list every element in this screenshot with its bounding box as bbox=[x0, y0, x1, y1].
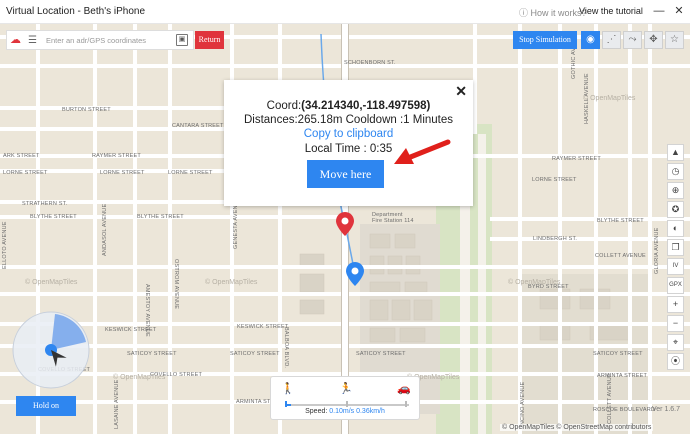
compass-icon[interactable]: ✪ bbox=[667, 201, 684, 218]
hold-on-button[interactable]: Hold on bbox=[16, 396, 76, 416]
svg-text:SATICOY STREET: SATICOY STREET bbox=[127, 351, 177, 357]
svg-text:GLORIA AVENUE: GLORIA AVENUE bbox=[654, 227, 660, 274]
maps-icon[interactable]: ▲ bbox=[667, 144, 684, 161]
joystick-mode-icon[interactable]: ✥ bbox=[644, 31, 663, 49]
two-spot-mode-icon[interactable]: ⋰ bbox=[602, 31, 621, 49]
close-icon[interactable]: ✕ bbox=[455, 83, 467, 100]
svg-text:© OpenMapTiles: © OpenMapTiles bbox=[113, 373, 166, 381]
speed-tick bbox=[285, 401, 287, 407]
svg-text:RAYMER STREET: RAYMER STREET bbox=[92, 153, 141, 159]
svg-text:AMESTOY AVENUE: AMESTOY AVENUE bbox=[144, 284, 150, 337]
svg-text:SATICOY STREET: SATICOY STREET bbox=[230, 351, 280, 357]
search-bar: ☁ ☰ ▣ bbox=[6, 30, 194, 50]
distance-text: Distances:265.18m Cooldown :1 Minutes bbox=[243, 114, 454, 126]
arrow-annotation bbox=[394, 139, 451, 164]
svg-text:LASAINE AVENUE: LASAINE AVENUE bbox=[114, 379, 120, 429]
svg-text:SATICOY STREET: SATICOY STREET bbox=[593, 351, 643, 357]
window-title: Virtual Location - Beth's iPhone bbox=[6, 6, 146, 17]
zoom-in-icon[interactable]: + bbox=[667, 296, 684, 313]
svg-text:ELLOTO AVENUE: ELLOTO AVENUE bbox=[2, 221, 8, 269]
version-label: Ver 1.6.7 bbox=[652, 406, 681, 413]
side-toolbar: ▲ ◷ ⊕ ✪ ◐ ❐ IV GPX + − ⌖ ⦿ bbox=[667, 144, 685, 372]
how-it-works-link[interactable]: ⓘ How it works? bbox=[519, 6, 587, 19]
view-tutorial-link[interactable]: View the tutorial bbox=[579, 6, 643, 16]
car-icon[interactable]: 🚗 bbox=[397, 382, 411, 395]
svg-text:LORNE STREET: LORNE STREET bbox=[168, 170, 213, 176]
svg-text:© OpenMapTiles: © OpenMapTiles bbox=[25, 278, 78, 286]
run-icon[interactable]: 🏃 bbox=[339, 382, 353, 395]
svg-text:ARK STREET: ARK STREET bbox=[3, 153, 40, 159]
svg-text:LORNE STREET: LORNE STREET bbox=[3, 170, 48, 176]
svg-text:CANTARA STREET: CANTARA STREET bbox=[172, 123, 224, 129]
teleport-mode-icon[interactable]: ◉ bbox=[581, 31, 600, 49]
svg-text:LORNE STREET: LORNE STREET bbox=[532, 177, 577, 183]
bookmark-mode-icon[interactable]: ☆ bbox=[665, 31, 684, 49]
speed-tick bbox=[405, 401, 407, 407]
svg-text:STRATHERN ST.: STRATHERN ST. bbox=[22, 201, 68, 207]
svg-text:ROSCOE BOULEVARD: ROSCOE BOULEVARD bbox=[593, 407, 655, 413]
svg-text:LINDBERGH ST.: LINDBERGH ST. bbox=[533, 236, 577, 242]
search-input[interactable] bbox=[46, 35, 174, 45]
svg-text:© OpenMapTiles: © OpenMapTiles bbox=[583, 94, 636, 102]
svg-text:OSTROM AVENUE: OSTROM AVENUE bbox=[173, 259, 179, 309]
svg-text:© OpenMapTiles: © OpenMapTiles bbox=[508, 278, 561, 286]
svg-text:COLLETT AVENUE: COLLETT AVENUE bbox=[607, 373, 613, 424]
toggle-icon[interactable]: ◐ bbox=[667, 220, 684, 237]
gpx-button[interactable]: GPX bbox=[667, 277, 684, 294]
svg-text:SATICOY STREET: SATICOY STREET bbox=[356, 351, 406, 357]
history-icon[interactable]: ◷ bbox=[667, 163, 684, 180]
location-pin-icon[interactable]: ⦿ bbox=[667, 353, 684, 370]
svg-text:BLYTHE STREET: BLYTHE STREET bbox=[597, 218, 644, 224]
list-icon[interactable]: ☰ bbox=[28, 35, 40, 46]
coordinate-text: Coord:(34.214340,-118.497598) bbox=[266, 100, 431, 112]
zoom-out-icon[interactable]: − bbox=[667, 315, 684, 332]
svg-text:SCHOENBORN ST.: SCHOENBORN ST. bbox=[344, 60, 396, 66]
svg-text:RAYMER STREET: RAYMER STREET bbox=[552, 156, 601, 162]
direction-compass[interactable] bbox=[12, 311, 90, 389]
map-attribution[interactable]: © OpenMapTiles © OpenStreetMap contribut… bbox=[500, 424, 654, 431]
svg-text:BLYTHE STREET: BLYTHE STREET bbox=[30, 214, 77, 220]
svg-text:ARMINTA STREET: ARMINTA STREET bbox=[597, 373, 648, 379]
svg-text:BLYTHE STREET: BLYTHE STREET bbox=[137, 214, 184, 220]
svg-text:ANDASOL AVENUE: ANDASOL AVENUE bbox=[102, 204, 108, 256]
svg-text:LORNE STREET: LORNE STREET bbox=[100, 170, 145, 176]
svg-text:ENCINO AVENUE: ENCINO AVENUE bbox=[520, 381, 526, 429]
svg-text:KESWICK STREET: KESWICK STREET bbox=[237, 324, 289, 330]
svg-text:BURTON STREET: BURTON STREET bbox=[62, 107, 111, 113]
speed-tick bbox=[346, 401, 348, 407]
iv-button[interactable]: IV bbox=[667, 258, 684, 275]
svg-text:© OpenMapTiles: © OpenMapTiles bbox=[205, 278, 258, 286]
stop-simulation-button[interactable]: Stop Simulation bbox=[513, 31, 577, 49]
close-window-icon[interactable]: ✕ bbox=[670, 3, 688, 19]
walk-icon[interactable]: 🚶 bbox=[281, 382, 295, 395]
title-bar: Virtual Location - Beth's iPhone ⓘ How i… bbox=[0, 0, 690, 24]
speed-panel: 🚶 🏃 🚗 Speed: 0.10m/s 0.36km/h bbox=[270, 376, 420, 420]
svg-text:COLLETT AVENUE: COLLETT AVENUE bbox=[595, 253, 646, 259]
multi-spot-mode-icon[interactable]: ⤳ bbox=[623, 31, 642, 49]
move-here-button[interactable]: Move here bbox=[307, 160, 384, 188]
svg-text:Fire Station 114: Fire Station 114 bbox=[372, 218, 414, 224]
locate-icon[interactable]: ⌖ bbox=[667, 334, 684, 351]
speed-label: Speed: 0.10m/s 0.36km/h bbox=[305, 408, 385, 415]
return-button[interactable]: Return bbox=[195, 31, 224, 49]
cloud-icon[interactable]: ☁ bbox=[10, 33, 24, 47]
minimize-icon[interactable]: — bbox=[650, 3, 668, 19]
svg-text:BALBOA BLVD.: BALBOA BLVD. bbox=[283, 327, 289, 368]
pin-icon[interactable]: ⊕ bbox=[667, 182, 684, 199]
save-icon[interactable]: ▣ bbox=[176, 34, 188, 46]
copy-icon[interactable]: ❐ bbox=[667, 239, 684, 256]
